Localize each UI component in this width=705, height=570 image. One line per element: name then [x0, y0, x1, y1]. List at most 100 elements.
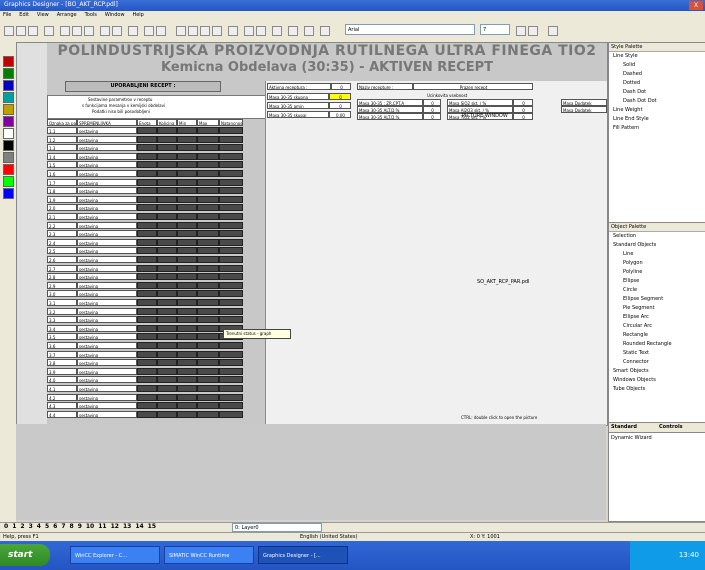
style-item[interactable]: Fill Pattern	[609, 124, 705, 133]
row-value-field[interactable]	[157, 410, 177, 418]
row-value-field[interactable]	[157, 281, 177, 289]
row-value-field[interactable]	[137, 238, 157, 246]
row-value-field[interactable]	[197, 273, 219, 281]
row-value-field[interactable]	[219, 204, 243, 212]
row-value-field[interactable]	[177, 135, 197, 143]
row-value-field[interactable]	[137, 376, 157, 384]
object-item[interactable]: Circle	[609, 286, 705, 295]
start-button[interactable]: start	[0, 544, 50, 566]
row-value-field[interactable]	[197, 393, 219, 401]
row-value-field[interactable]	[177, 178, 197, 186]
copy-icon[interactable]	[72, 26, 82, 36]
row-value-field[interactable]	[219, 402, 243, 410]
layer-tab-8[interactable]: 8	[68, 523, 76, 530]
row-value-field[interactable]	[219, 359, 243, 367]
layer-tab-13[interactable]: 13	[121, 523, 133, 530]
row-value-field[interactable]	[177, 238, 197, 246]
row-value-field[interactable]	[197, 178, 219, 186]
new-icon[interactable]	[4, 26, 14, 36]
zoom-fit-icon[interactable]	[212, 26, 222, 36]
taskbar-item-2[interactable]: SIMATIC WinCC Runtime	[164, 546, 254, 564]
menu-arrange[interactable]: Arrange	[54, 11, 80, 18]
row-value-field[interactable]	[197, 350, 219, 358]
row-value-field[interactable]	[177, 316, 197, 324]
row-value-field[interactable]	[219, 135, 243, 143]
row-value-field[interactable]	[137, 247, 157, 255]
row-value-field[interactable]	[157, 359, 177, 367]
row-value-field[interactable]	[157, 204, 177, 212]
row-value-field[interactable]	[219, 230, 243, 238]
row-value-field[interactable]	[197, 281, 219, 289]
row-value-field[interactable]	[177, 204, 197, 212]
layer-tab-2[interactable]: 2	[18, 523, 26, 530]
row-value-field[interactable]	[157, 290, 177, 298]
row-value-field[interactable]	[157, 402, 177, 410]
row-value-field[interactable]	[177, 152, 197, 160]
color-swatch[interactable]	[3, 104, 14, 115]
row-value-field[interactable]	[177, 290, 197, 298]
taskbar-item-3[interactable]: Graphics Designer - [...	[258, 546, 348, 564]
row-value-field[interactable]	[219, 247, 243, 255]
object-item[interactable]: Connector	[609, 358, 705, 367]
right-param-value[interactable]: 0	[513, 113, 533, 120]
row-value-field[interactable]	[137, 213, 157, 220]
tab-controls[interactable]: Controls	[659, 424, 683, 430]
recipe-name-value[interactable]: Prazen recept	[413, 83, 533, 90]
row-value-field[interactable]	[137, 367, 157, 375]
row-value-field[interactable]	[177, 359, 197, 367]
row-value-field[interactable]	[197, 135, 219, 143]
row-value-field[interactable]	[197, 127, 219, 134]
row-value-field[interactable]	[157, 213, 177, 220]
row-value-field[interactable]	[177, 273, 197, 281]
object-item[interactable]: Ellipse Arc	[609, 313, 705, 322]
row-value-field[interactable]	[137, 161, 157, 169]
mid-param-value[interactable]: 0	[423, 99, 441, 106]
row-value-field[interactable]	[157, 307, 177, 315]
align-left-icon[interactable]	[548, 26, 558, 36]
row-value-field[interactable]	[137, 221, 157, 229]
color-swatch[interactable]	[3, 80, 14, 91]
font-color-icon[interactable]	[288, 26, 298, 36]
row-value-field[interactable]	[177, 333, 197, 341]
row-value-field[interactable]	[197, 316, 219, 324]
row-value-field[interactable]	[219, 187, 243, 195]
color-swatch[interactable]	[3, 140, 14, 151]
object-item[interactable]: Selection	[609, 232, 705, 241]
object-item[interactable]: Polyline	[609, 268, 705, 277]
row-value-field[interactable]	[137, 127, 157, 134]
row-value-field[interactable]	[137, 204, 157, 212]
row-value-field[interactable]	[219, 127, 243, 134]
row-value-field[interactable]	[137, 144, 157, 152]
style-item[interactable]: Dash Dot Dot	[609, 97, 705, 106]
row-value-field[interactable]	[157, 342, 177, 349]
row-value-field[interactable]	[219, 316, 243, 324]
row-value-field[interactable]	[137, 350, 157, 358]
layer-tab-3[interactable]: 3	[27, 523, 35, 530]
row-value-field[interactable]	[219, 161, 243, 169]
menu-file[interactable]: File	[0, 11, 14, 18]
row-value-field[interactable]	[197, 221, 219, 229]
menu-window[interactable]: Window	[102, 11, 128, 18]
row-value-field[interactable]	[177, 367, 197, 375]
row-value-field[interactable]	[177, 213, 197, 220]
row-value-field[interactable]	[197, 213, 219, 220]
object-item[interactable]: Line	[609, 250, 705, 259]
undo-icon[interactable]	[100, 26, 110, 36]
row-value-field[interactable]	[137, 324, 157, 332]
row-value-field[interactable]	[197, 170, 219, 177]
row-value-field[interactable]	[197, 204, 219, 212]
row-value-field[interactable]	[157, 238, 177, 246]
row-value-field[interactable]	[219, 152, 243, 160]
row-value-field[interactable]	[197, 195, 219, 203]
layer-tab-1[interactable]: 1	[10, 523, 18, 530]
param-value[interactable]: 0	[329, 93, 351, 100]
object-item[interactable]: Circular Arc	[609, 322, 705, 331]
layer-tab-14[interactable]: 14	[133, 523, 145, 530]
row-value-field[interactable]	[157, 333, 177, 341]
row-value-field[interactable]	[197, 342, 219, 349]
font-name-select[interactable]: Arial	[345, 24, 475, 35]
row-value-field[interactable]	[177, 324, 197, 332]
grid-icon[interactable]	[244, 26, 254, 36]
font-size-select[interactable]: 7	[480, 24, 510, 35]
object-item[interactable]: Ellipse Segment	[609, 295, 705, 304]
